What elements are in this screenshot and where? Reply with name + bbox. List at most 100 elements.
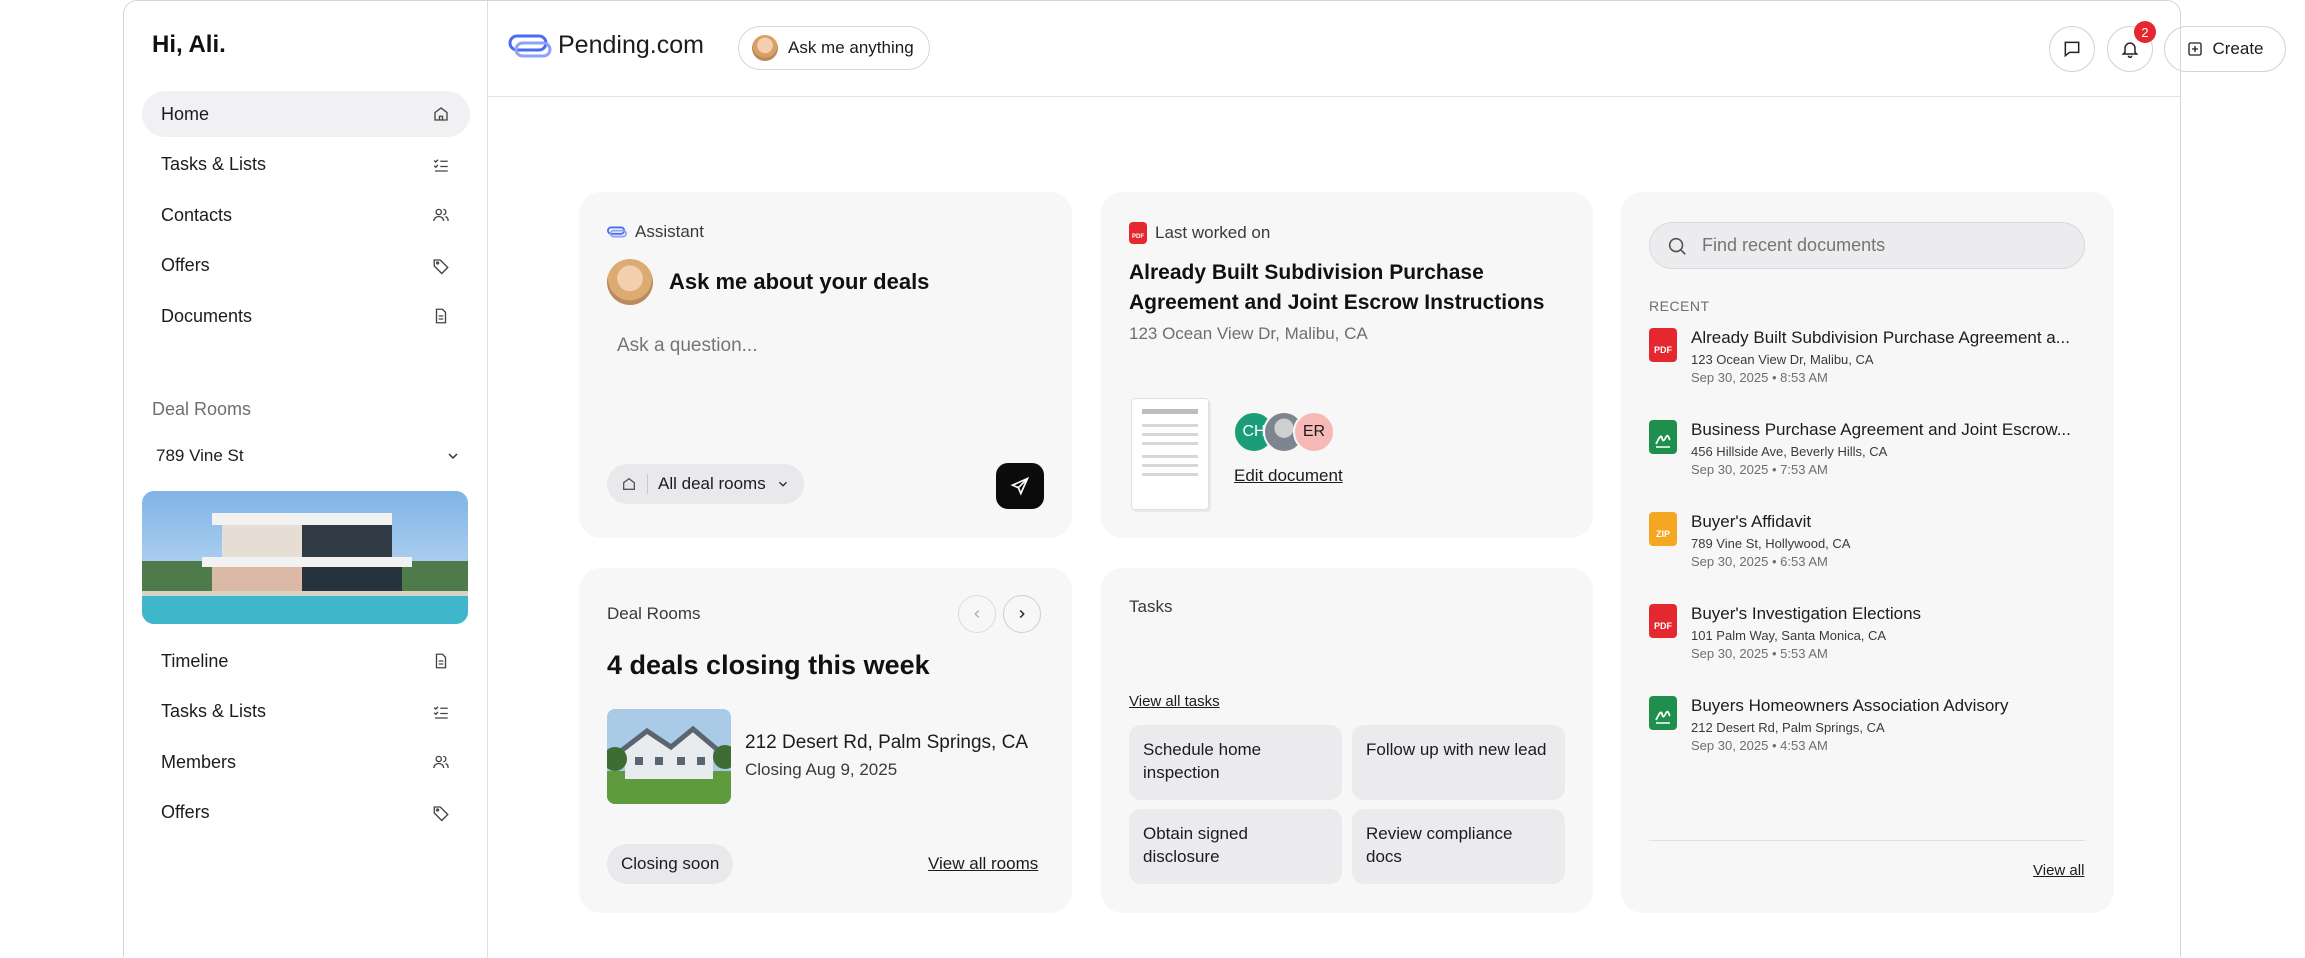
pdf-icon: PDF [1649,328,1677,362]
prev-button[interactable] [958,595,996,633]
document-search-input[interactable] [1700,234,2064,257]
list-item[interactable]: PDF Buyer's Investigation Elections 101 … [1649,604,1921,661]
chevron-right-icon [1019,610,1025,618]
assistant-question-input[interactable] [615,329,1019,363]
selected-deal-room: 789 Vine St [156,446,244,465]
view-all-tasks-link[interactable]: View all tasks [1129,693,1220,710]
home-icon [623,477,635,490]
deal-rooms-section-label: Deal Rooms [152,399,252,419]
nav-item-tasks[interactable]: Tasks & Lists [142,142,470,188]
document-date: Sep 30, 2025 • 6:53 AM [1691,554,1828,569]
document-title: Buyers Homeowners Association Advisory [1691,696,2009,715]
assistant-card-header: Assistant [607,222,704,242]
next-button[interactable] [1003,595,1041,633]
nav-item-home[interactable]: Home [142,91,470,137]
document-address: 212 Desert Rd, Palm Springs, CA [1691,720,1885,735]
tag-icon [433,806,449,822]
tag-icon [433,259,449,275]
document-search[interactable] [1649,222,2085,269]
task-chip[interactable]: Review compliance docs [1352,809,1565,884]
create-label: Create [2212,39,2264,58]
room-nav-offers[interactable]: Offers [142,790,470,836]
avatar: ER [1293,411,1335,453]
recent-heading: RECENT [1649,298,1710,314]
room-nav-timeline[interactable]: Timeline [142,638,470,684]
document-title: Buyer's Investigation Elections [1691,604,1922,623]
document-address: 456 Hillside Ave, Beverly Hills, CA [1691,444,1888,459]
users-icon [433,208,449,222]
deal-room-scope-select[interactable]: All deal rooms [607,464,804,504]
nav-item-offers[interactable]: Offers [142,243,470,289]
search-icon [1668,237,1686,255]
notifications-button[interactable]: 2 [2107,21,2156,72]
tasks-card: Tasks View all tasks Schedule home inspe… [1101,568,1593,913]
deal-rooms-title: 4 deals closing this week [607,650,930,680]
document-date: Sep 30, 2025 • 8:53 AM [1691,370,1828,385]
brand-logo[interactable]: Pending.com [508,31,704,60]
edit-document-link[interactable]: Edit document [1234,466,1343,486]
property-photo[interactable] [607,709,731,804]
task-chip[interactable]: Schedule home inspection [1129,725,1342,800]
checklist-icon [433,705,448,719]
last-worked-address: 123 Ocean View Dr, Malibu, CA [1129,324,1368,343]
app-window: Hi, Ali. Home Tasks & Lists Contacts Off… [123,0,2286,958]
document-thumbnail[interactable] [1131,398,1209,510]
nav-item-label: Documents [161,305,253,326]
chevron-down-icon [778,481,787,487]
document-title: Already Built Subdivision Purchase Agree… [1691,328,2070,347]
deal-room-photo [142,491,468,624]
assistant-logo-icon [607,226,627,238]
chevron-down-icon [448,453,458,460]
view-all-documents-link[interactable]: View all [2033,862,2084,879]
logo-icon [508,34,552,57]
nav-item-contacts[interactable]: Contacts [142,192,470,238]
tasks-label: Tasks [1129,597,1173,616]
list-item[interactable]: ZIP Buyer's Affidavit 789 Vine St, Holly… [1649,512,1850,569]
list-item[interactable]: PDF Already Built Subdivision Purchase A… [1649,328,2070,385]
list-item[interactable]: Business Purchase Agreement and Joint Es… [1649,420,2071,477]
main-nav: Home Tasks & Lists Contacts Offers Docum… [142,91,470,344]
signature-document-icon [1649,420,1677,454]
deal-room-nav: Timeline Tasks & Lists Members Offers [142,638,470,840]
last-worked-title[interactable]: Already Built Subdivision Purchase Agree… [1129,258,1569,318]
checklist-icon [433,158,448,172]
nav-item-documents[interactable]: Documents [142,293,470,339]
pdf-icon: PDF [1129,222,1147,244]
nav-item-label: Tasks & Lists [161,701,267,722]
document-icon [435,653,447,669]
nav-item-label: Timeline [161,650,229,671]
closing-date: Closing Aug 9, 2025 [745,760,898,779]
closing-soon-badge: Closing soon [607,844,734,884]
users-icon [433,755,449,769]
ask-anything-button[interactable]: Ask me anything [738,26,930,70]
messages-button[interactable] [2049,26,2095,72]
deal-room-selector[interactable]: 789 Vine St [156,441,461,471]
property-address[interactable]: 212 Desert Rd, Palm Springs, CA [745,732,1028,754]
create-button[interactable]: Create [2164,26,2286,72]
document-date: Sep 30, 2025 • 7:53 AM [1691,462,1828,477]
deal-rooms-label: Deal Rooms [607,604,701,623]
last-worked-header: PDF Last worked on [1129,222,1270,244]
nav-item-label: Contacts [161,204,233,225]
view-all-rooms-link[interactable]: View all rooms [928,854,1038,874]
task-chip[interactable]: Follow up with new lead [1352,725,1565,800]
document-address: 123 Ocean View Dr, Malibu, CA [1691,352,1874,367]
document-title: Business Purchase Agreement and Joint Es… [1691,420,2071,439]
send-button[interactable] [996,463,1044,509]
room-nav-tasks[interactable]: Tasks & Lists [142,689,470,735]
document-address: 789 Vine St, Hollywood, CA [1691,536,1851,551]
greeting: Hi, Ali. [152,31,226,58]
scope-label: All deal rooms [658,474,766,493]
task-chip[interactable]: Obtain signed disclosure [1129,809,1342,884]
ask-anything-label: Ask me anything [788,38,914,57]
deal-rooms-card: Deal Rooms 4 deals closing this week 212… [579,568,1072,913]
assistant-avatar [607,259,653,305]
room-nav-members[interactable]: Members [142,739,470,785]
list-item[interactable]: Buyers Homeowners Association Advisory 2… [1649,696,2008,753]
top-bar: Pending.com Ask me anything 2 Create [488,1,2286,97]
nav-item-label: Members [161,751,237,772]
document-date: Sep 30, 2025 • 5:53 AM [1691,646,1828,661]
zip-icon: ZIP [1649,512,1677,546]
brand-name: Pending.com [558,31,704,59]
document-title: Buyer's Affidavit [1691,512,1812,531]
